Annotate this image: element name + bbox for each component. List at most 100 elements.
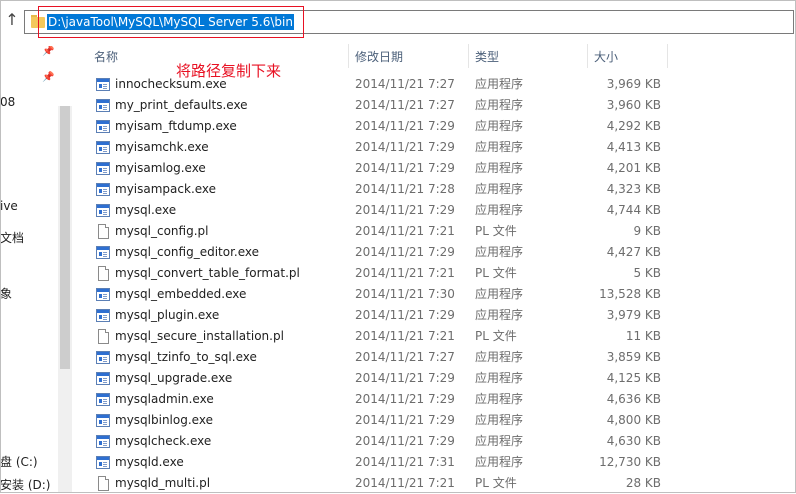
file-row[interactable]: mysql_embedded.exe 2014/11/21 7:30 应用程序 13,… [0,284,796,305]
file-date: 2014/11/21 7:29 [355,413,455,427]
file-date: 2014/11/21 7:21 [355,266,455,280]
file-size: 5 KB [633,266,661,280]
file-size: 4,630 KB [606,434,661,448]
file-type: 应用程序 [475,161,524,175]
file-type: 应用程序 [475,392,524,406]
file-date: 2014/11/21 7:28 [355,182,455,196]
file-type: PL 文件 [475,329,517,343]
file-row[interactable]: mysql_tzinfo_to_sql.exe 2014/11/21 7:27 应用… [0,347,796,368]
file-type: PL 文件 [475,224,517,238]
file-row[interactable]: mysqld_multi.pl 2014/11/21 7:21 PL 文件 28 KB [0,473,796,494]
file-row[interactable]: mysql_config.pl 2014/11/21 7:21 PL 文件 9 KB [0,221,796,242]
file-row[interactable]: my_print_defaults.exe 2014/11/21 7:27 应用程序… [0,95,796,116]
file-date: 2014/11/21 7:29 [355,245,455,259]
file-size: 4,800 KB [606,413,661,427]
file-row[interactable]: myisamlog.exe 2014/11/21 7:29 应用程序 4,201 KB [0,158,796,179]
file-date: 2014/11/21 7:31 [355,455,455,469]
address-bar-row: ↑ D:\javaTool\MySQL\MySQL Server 5.6\bin [0,0,796,46]
file-name: mysql_secure_installation.pl [115,329,284,343]
exe-icon [96,414,110,427]
file-name: mysql_config_editor.exe [115,245,260,259]
file-type: 应用程序 [475,371,524,385]
file-date: 2014/11/21 7:30 [355,287,455,301]
exe-icon [96,141,110,154]
column-separator[interactable] [587,44,588,68]
file-row[interactable]: mysql_config_editor.exe 2014/11/21 7:29 应用… [0,242,796,263]
file-name: mysqladmin.exe [115,392,214,406]
file-size: 4,636 KB [606,392,661,406]
column-header-name[interactable]: 名称 [94,46,118,68]
exe-icon [96,288,110,301]
exe-icon [96,78,110,91]
column-separator[interactable] [667,44,668,68]
file-date: 2014/11/21 7:21 [355,476,455,490]
file-date: 2014/11/21 7:29 [355,371,455,385]
exe-icon [96,204,110,217]
exe-icon [96,99,110,112]
file-size: 3,960 KB [606,98,661,112]
file-type: 应用程序 [475,350,524,364]
file-type: 应用程序 [475,77,524,91]
exe-icon [96,120,110,133]
file-row[interactable]: myisamchk.exe 2014/11/21 7:29 应用程序 4,413 KB [0,137,796,158]
file-row[interactable]: myisampack.exe 2014/11/21 7:28 应用程序 4,323 K… [0,179,796,200]
file-type: 应用程序 [475,119,524,133]
up-arrow-icon[interactable]: ↑ [4,10,20,30]
annotation-highlight-box [38,6,304,38]
file-row[interactable]: mysqlcheck.exe 2014/11/21 7:29 应用程序 4,630 K… [0,431,796,452]
file-size: 4,427 KB [606,245,661,259]
file-name: mysql_tzinfo_to_sql.exe [115,350,257,364]
file-type: 应用程序 [475,140,524,154]
file-row[interactable]: mysql_plugin.exe 2014/11/21 7:29 应用程序 3,979… [0,305,796,326]
file-type: 应用程序 [475,182,524,196]
file-name: my_print_defaults.exe [115,98,248,112]
file-row[interactable]: innochecksum.exe 2014/11/21 7:27 应用程序 3,969… [0,74,796,95]
file-name: mysql_upgrade.exe [115,371,233,385]
column-separator[interactable] [348,44,349,68]
file-name: mysqld.exe [115,455,184,469]
pin-icon[interactable]: 📌 [42,46,54,58]
file-size: 4,292 KB [606,119,661,133]
file-date: 2014/11/21 7:29 [355,392,455,406]
file-size: 9 KB [633,224,661,238]
file-row[interactable]: myisam_ftdump.exe 2014/11/21 7:29 应用程序 4,29… [0,116,796,137]
file-size: 13,528 KB [599,287,661,301]
file-type: 应用程序 [475,434,524,448]
column-separator[interactable] [468,44,469,68]
file-name: mysqld_multi.pl [115,476,211,490]
document-icon [98,329,109,344]
file-type: 应用程序 [475,455,524,469]
column-header-size[interactable]: 大小 [594,46,618,68]
file-name: mysql.exe [115,203,177,217]
file-name: myisamchk.exe [115,140,209,154]
file-date: 2014/11/21 7:29 [355,140,455,154]
file-size: 28 KB [625,476,661,490]
file-date: 2014/11/21 7:27 [355,98,455,112]
file-name: myisampack.exe [115,182,217,196]
file-size: 4,323 KB [606,182,661,196]
file-type: PL 文件 [475,266,517,280]
file-size: 3,859 KB [606,350,661,364]
file-row[interactable]: mysqlbinlog.exe 2014/11/21 7:29 应用程序 4,800 … [0,410,796,431]
file-row[interactable]: mysql.exe 2014/11/21 7:29 应用程序 4,744 KB [0,200,796,221]
file-date: 2014/11/21 7:29 [355,119,455,133]
exe-icon [96,435,110,448]
exe-icon [96,456,110,469]
file-row[interactable]: mysqladmin.exe 2014/11/21 7:29 应用程序 4,636 K… [0,389,796,410]
file-type: PL 文件 [475,476,517,490]
file-row[interactable]: mysql_convert_table_format.pl 2014/11/21 … [0,263,796,284]
file-row[interactable]: mysql_upgrade.exe 2014/11/21 7:29 应用程序 4,12… [0,368,796,389]
file-name: mysqlbinlog.exe [115,413,213,427]
file-type: 应用程序 [475,308,524,322]
file-size: 4,201 KB [606,161,661,175]
file-name: myisamlog.exe [115,161,206,175]
file-date: 2014/11/21 7:27 [355,77,455,91]
exe-icon [96,393,110,406]
column-header-date[interactable]: 修改日期 [355,46,403,68]
column-header-type[interactable]: 类型 [475,46,499,68]
file-row[interactable]: mysqld.exe 2014/11/21 7:31 应用程序 12,730 KB [0,452,796,473]
document-icon [98,476,109,491]
exe-icon [96,372,110,385]
file-row[interactable]: mysql_secure_installation.pl 2014/11/21 7… [0,326,796,347]
file-size: 12,730 KB [599,455,661,469]
